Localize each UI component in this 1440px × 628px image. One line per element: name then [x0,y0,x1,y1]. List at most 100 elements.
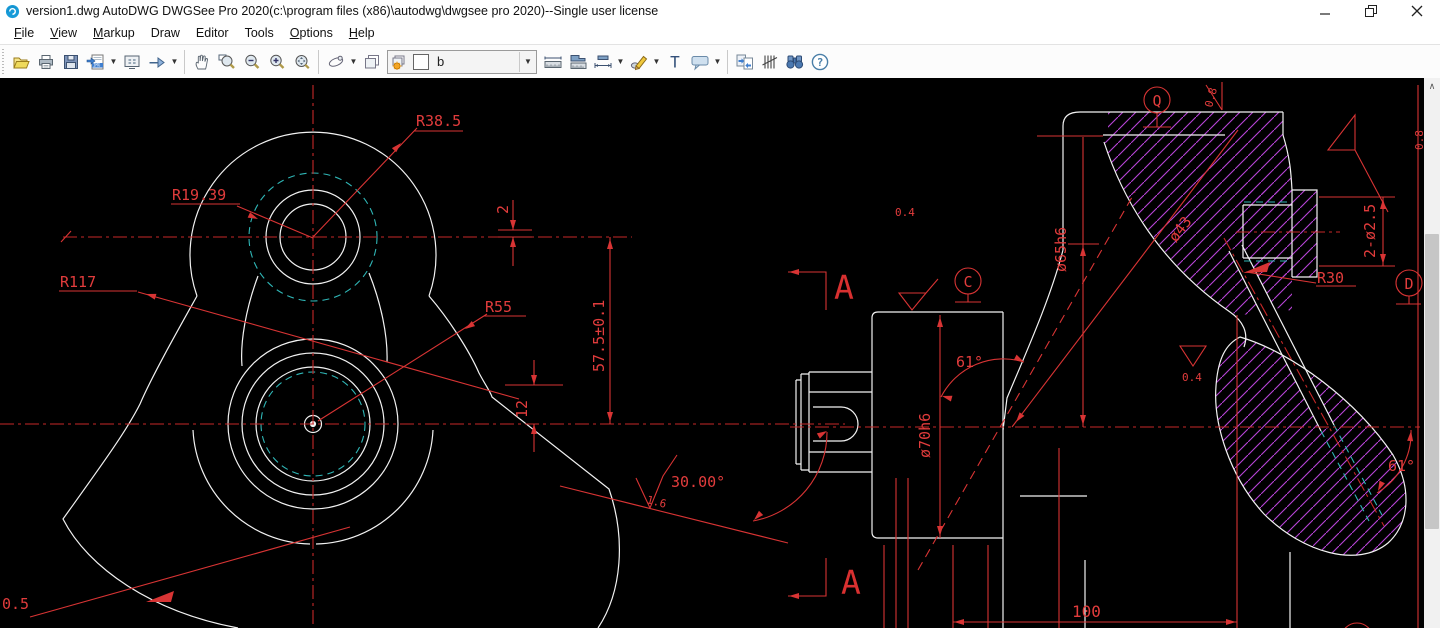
dim-label: R19.39 [172,186,226,204]
window-title: version1.dwg AutoDWG DWGSee Pro 2020(c:\… [26,4,658,18]
menu-options[interactable]: Options [282,24,341,42]
svg-text:?: ? [816,56,823,69]
restore-icon [1365,5,1377,17]
menu-draw[interactable]: Draw [143,24,188,42]
arrow-right-icon [147,52,167,72]
help-button[interactable]: ? [807,49,832,75]
menu-file[interactable]: File [6,24,42,42]
section-hatch [1104,112,1406,555]
dim-label: 61° [1388,457,1415,475]
zoom-window-button[interactable] [214,49,239,75]
minimize-icon [1320,6,1331,17]
open-button[interactable] [8,49,33,75]
measure-distance-button[interactable] [540,49,565,75]
comment-bubble-icon [689,52,711,72]
layout-combo[interactable]: b ▼ [387,50,537,74]
dim-label: 0.5 [2,595,29,613]
dimension-dropdown[interactable]: ▼ [615,49,626,75]
fullscreen-button[interactable] [119,49,144,75]
dim-label: R55 [485,298,512,316]
menu-editor[interactable]: Editor [188,24,237,42]
find-button[interactable] [782,49,807,75]
dwgsee-window: version1.dwg AutoDWG DWGSee Pro 2020(c:\… [0,0,1440,628]
open-folder-icon [11,52,31,72]
layer-color-swatch [413,54,429,70]
close-button[interactable] [1394,0,1440,22]
zoom-out-icon [242,52,262,72]
monitor-icon [122,52,142,72]
comment-button[interactable] [687,49,712,75]
save-floppy-icon [61,52,81,72]
menu-bar: FileViewMarkupDrawEditorToolsOptionsHelp [0,22,1440,44]
pencil-icon [629,52,649,72]
print-button[interactable] [33,49,58,75]
dimension-button[interactable] [590,49,615,75]
dim-label: 30.00° [671,473,725,491]
zoom-out-button[interactable] [239,49,264,75]
dim-label: ø70h6 [916,413,934,458]
dim-label: 2-ø2.5 [1361,204,1379,258]
orbit-icon [326,52,346,72]
dim-label: 2 [494,205,512,214]
drawing-canvas[interactable]: R38.5 R19.39 R117 R55 2 12 57.5±0.1 30.0… [0,78,1424,628]
help-icon: ? [810,52,830,72]
next-drawing-dropdown[interactable]: ▼ [169,49,180,75]
roughness-label: 0.4 [895,206,915,219]
count-button[interactable] [757,49,782,75]
binoculars-icon [784,52,806,72]
export-image-button[interactable]: IMG [83,49,108,75]
dim-label: R38.5 [416,112,461,130]
measure-area-button[interactable] [565,49,590,75]
layout-combo-dropdown[interactable]: ▼ [519,52,536,72]
zoom-extents-icon [292,52,312,72]
zoom-in-button[interactable] [264,49,289,75]
export-image-icon: IMG [86,52,106,72]
scroll-up-icon[interactable]: ∧ [1424,78,1440,95]
dim-label: R117 [60,273,96,291]
scrollbar-thumb[interactable] [1425,234,1439,529]
comment-dropdown[interactable]: ▼ [712,49,723,75]
freehand-dropdown[interactable]: ▼ [651,49,662,75]
menu-tools[interactable]: Tools [237,24,282,42]
svg-text:IMG: IMG [93,62,101,67]
close-icon [1411,5,1423,17]
restore-button[interactable] [1348,0,1394,22]
datum-label: Q [1152,92,1161,110]
layers-icon [362,52,382,72]
zoom-in-icon [267,52,287,72]
dim-label: 57.5±0.1 [590,300,608,372]
toolbar-separator [727,50,728,74]
orbit-button[interactable] [323,49,348,75]
next-drawing-button[interactable] [144,49,169,75]
zoom-window-icon [217,52,237,72]
layout-combo-value: b [437,54,519,69]
toolbar-separator [184,50,185,74]
save-button[interactable] [58,49,83,75]
layers-button[interactable] [359,49,384,75]
dimension-icon [592,52,614,72]
menu-help[interactable]: Help [341,24,383,42]
dim-label: R30 [1317,269,1344,287]
tally-marks-icon [760,52,780,72]
svg-text:T: T [670,52,680,71]
text-markup-button[interactable]: T [662,49,687,75]
app-logo-icon [5,4,20,19]
toolbar-grip [2,49,4,75]
compare-button[interactable] [732,49,757,75]
datum-label: C [963,273,972,291]
section-label: A [834,268,854,307]
measure-area-icon [567,52,589,72]
compare-files-icon [734,52,756,72]
export-image-dropdown[interactable]: ▼ [108,49,119,75]
minimize-button[interactable] [1302,0,1348,22]
main-toolbar: IMG ▼ ▼ [0,44,1440,79]
dim-label: 61° [956,353,983,371]
measure-distance-icon [542,52,564,72]
freehand-markup-button[interactable] [626,49,651,75]
section-label: A [841,563,861,602]
menu-view[interactable]: View [42,24,85,42]
zoom-extents-button[interactable] [289,49,314,75]
menu-markup[interactable]: Markup [85,24,143,42]
orbit-dropdown[interactable]: ▼ [348,49,359,75]
pan-button[interactable] [189,49,214,75]
